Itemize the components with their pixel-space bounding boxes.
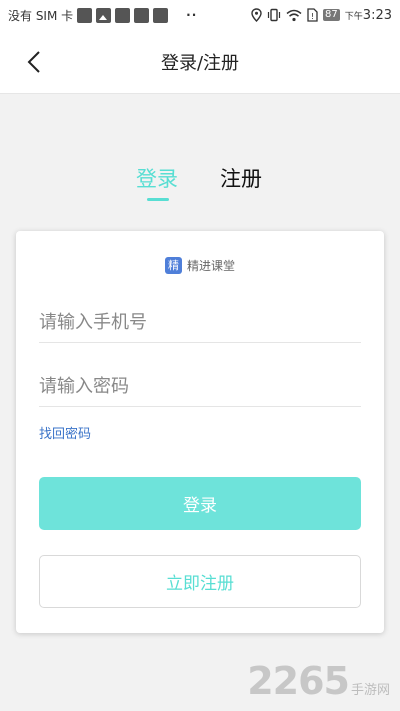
forgot-password-link[interactable]: 找回密码 xyxy=(39,423,91,442)
wifi-icon xyxy=(286,9,302,21)
phone-input[interactable] xyxy=(39,303,361,342)
brand-name: 精进课堂 xyxy=(186,259,235,273)
notification-icon xyxy=(134,7,150,23)
login-card: 精 精进课堂 找回密码 登录 立即注册 xyxy=(16,231,384,633)
clock-prefix: 下午 xyxy=(344,11,363,22)
vibrate-icon xyxy=(267,8,281,22)
phone-field xyxy=(39,303,361,343)
password-field xyxy=(39,367,361,407)
auth-tabs: 登录 注册 xyxy=(0,163,400,203)
carrier-text: 没有 SIM 卡 xyxy=(8,8,74,23)
app-header: 登录/注册 xyxy=(0,30,400,94)
brand-logo-icon: 精 xyxy=(164,257,182,274)
clock-time: 3:23 xyxy=(362,7,392,23)
more-dots: ·· xyxy=(186,8,198,22)
clock: 下午3:23 xyxy=(345,8,392,23)
brand: 精 精进课堂 xyxy=(16,257,384,274)
chevron-left-icon xyxy=(27,51,40,73)
status-bar: 没有 SIM 卡 ·· ! 87 下午3:23 xyxy=(0,0,400,30)
watermark-text: 手游网 xyxy=(350,683,390,698)
location-icon xyxy=(251,8,262,22)
sim-alert-icon: ! xyxy=(307,8,318,22)
page-title: 登录/注册 xyxy=(160,52,240,74)
active-tab-indicator xyxy=(147,198,169,201)
image-notification-icon xyxy=(96,7,112,23)
tab-register[interactable]: 注册 xyxy=(220,163,262,193)
notification-icon xyxy=(115,7,131,23)
login-button[interactable]: 登录 xyxy=(39,477,361,530)
status-left: 没有 SIM 卡 ·· xyxy=(8,7,197,24)
svg-text:!: ! xyxy=(311,12,314,21)
notification-icon xyxy=(77,7,93,23)
register-button[interactable]: 立即注册 xyxy=(39,555,361,608)
watermark: 2265 手游网 xyxy=(247,659,390,703)
notification-icon xyxy=(153,7,169,23)
battery-level: 87 xyxy=(323,9,340,21)
back-button[interactable] xyxy=(20,48,48,76)
password-input[interactable] xyxy=(39,367,361,406)
tab-login[interactable]: 登录 xyxy=(136,163,178,193)
status-right: ! 87 下午3:23 xyxy=(251,8,392,23)
watermark-number: 2265 xyxy=(247,659,350,703)
